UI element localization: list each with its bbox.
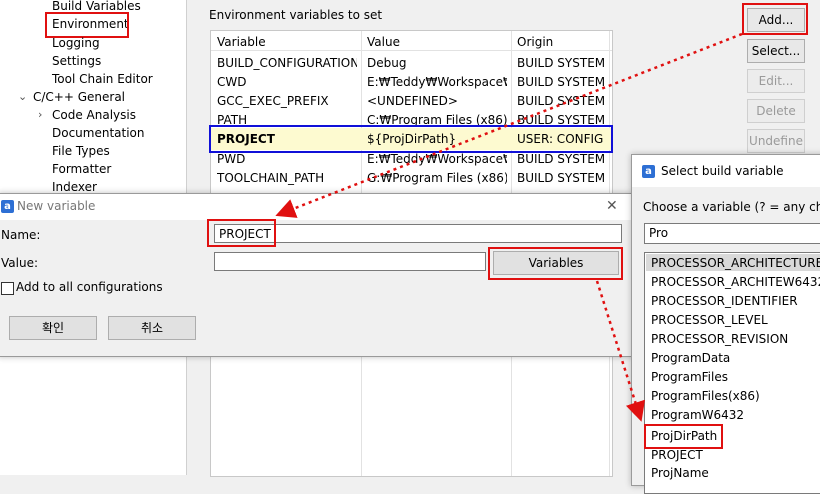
annotation-arrows — [275, 32, 743, 422]
arrow-variables-to-projdirpath — [595, 280, 646, 422]
arrow-add-to-name — [275, 32, 743, 218]
